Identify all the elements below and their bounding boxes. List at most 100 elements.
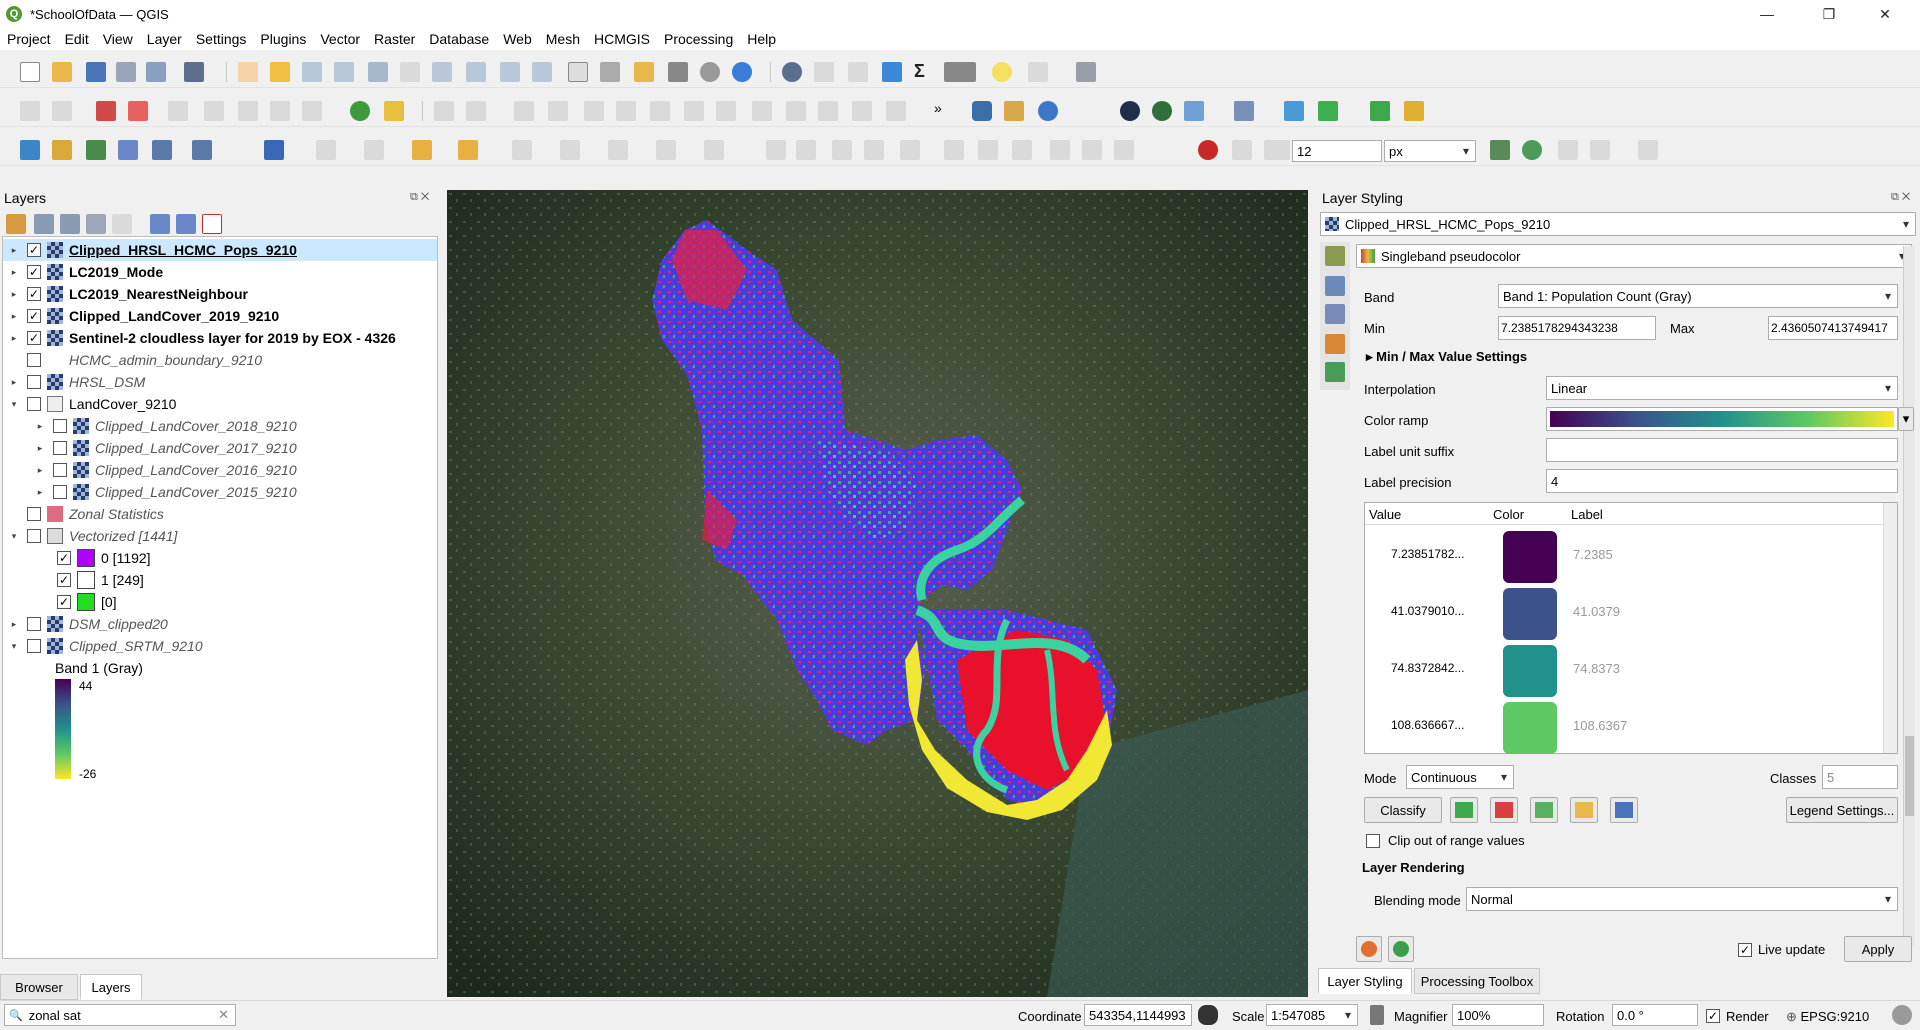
color-table-row[interactable]: 7.23851782... 7.2385 [1365, 527, 1881, 583]
expand-arrow-icon[interactable]: ▸ [35, 443, 45, 454]
scale-select[interactable]: 1:547085 [1266, 1004, 1358, 1026]
show-hide-label-icon[interactable] [204, 101, 224, 121]
edit-3-icon[interactable] [608, 140, 628, 160]
classes-spinbox[interactable]: 5 [1822, 765, 1898, 789]
class-visibility-checkbox[interactable]: ✓ [57, 595, 71, 609]
edit-4-icon[interactable] [656, 140, 676, 160]
edit-12-icon[interactable] [978, 140, 998, 160]
entry-color-swatch[interactable] [1503, 531, 1557, 583]
toggle-extents-icon[interactable] [1198, 1005, 1218, 1025]
entry-color-swatch[interactable] [1503, 702, 1557, 754]
layer-tree-item[interactable]: ▸ Clipped_LandCover_2015_9210 [3, 481, 437, 503]
live-update-checkbox[interactable]: ✓ [1738, 943, 1752, 957]
menu-layer[interactable]: Layer [140, 31, 189, 47]
map-tips-icon[interactable] [992, 62, 1012, 82]
intersection-icon[interactable] [1558, 140, 1578, 160]
entry-color-swatch[interactable] [1503, 588, 1557, 640]
expand-arrow-icon[interactable]: ▸ [9, 619, 19, 630]
menu-database[interactable]: Database [422, 31, 496, 47]
layer-visibility-checkbox[interactable] [27, 353, 41, 367]
locator-search[interactable]: 🔍 zonal sat ✕ [4, 1004, 236, 1026]
tab-layers[interactable]: Layers [80, 974, 142, 1000]
transparency-tab-icon[interactable] [1325, 276, 1345, 296]
layer-tree-item[interactable]: ▸ ✓ Clipped_HRSL_HCMC_Pops_9210 [3, 239, 437, 261]
color-table-row[interactable]: 108.636667... 108.6367 [1365, 698, 1881, 754]
menu-mesh[interactable]: Mesh [539, 31, 587, 47]
expand-arrow-icon[interactable]: ▸ [9, 311, 19, 322]
class-visibility-checkbox[interactable]: ✓ [57, 551, 71, 565]
save-project-icon[interactable] [86, 62, 106, 82]
collapse-all-icon[interactable] [176, 214, 196, 234]
snapping-mode-icon[interactable] [1232, 140, 1252, 160]
bookmark-icon[interactable] [634, 62, 654, 82]
chart-plugin-icon[interactable] [1234, 101, 1254, 121]
raster-calc-icon[interactable] [1184, 101, 1204, 121]
processing-toolbox-icon[interactable] [882, 62, 902, 82]
new-memory-layer-icon[interactable] [152, 140, 172, 160]
layer-tree-item[interactable]: ▾ Vectorized [1441] [3, 525, 437, 547]
layer-tree-item[interactable]: ▸ ✓ Clipped_LandCover_2019_9210 [3, 305, 437, 327]
expand-arrow-icon[interactable]: ▸ [9, 289, 19, 300]
reverse-ramp-button[interactable] [1530, 797, 1558, 823]
layer-visibility-checkbox[interactable] [27, 507, 41, 521]
panel-float-icon[interactable]: ⧉ ✕ [410, 191, 429, 204]
menu-project[interactable]: Project [0, 31, 58, 47]
digitize-2-icon[interactable] [466, 101, 486, 121]
expand-arrow-icon[interactable]: ▸ [35, 487, 45, 498]
menu-hcmgis[interactable]: HCMGIS [587, 31, 657, 47]
digitize-14-icon[interactable] [886, 101, 906, 121]
minimize-button[interactable]: — [1744, 0, 1790, 28]
table-scrollbar[interactable] [1883, 503, 1897, 753]
select-features-icon[interactable] [316, 140, 336, 160]
edit-11-icon[interactable] [944, 140, 964, 160]
layer-tree-item[interactable]: Zonal Statistics [3, 503, 437, 525]
tools-plugin-icon[interactable] [1404, 101, 1424, 121]
history-tab-icon[interactable] [1325, 362, 1345, 382]
label-precision-spinbox[interactable]: 4 [1546, 469, 1898, 493]
edit-5-icon[interactable] [704, 140, 724, 160]
crs-button[interactable]: ⊕ EPSG:9210 [1786, 1009, 1869, 1025]
digitize-1-icon[interactable] [434, 101, 454, 121]
digitize-12-icon[interactable] [818, 101, 838, 121]
menu-raster[interactable]: Raster [367, 31, 422, 47]
layer-tree-item[interactable]: ▸ Clipped_LandCover_2017_9210 [3, 437, 437, 459]
georeferencer-icon[interactable] [350, 101, 370, 121]
class-visibility-checkbox[interactable]: ✓ [57, 573, 71, 587]
topology-icon[interactable] [1522, 140, 1542, 160]
layer-labeling-icon[interactable] [20, 101, 40, 121]
layer-visibility-checkbox[interactable] [53, 419, 67, 433]
new-map-view-icon[interactable] [568, 62, 588, 82]
zoom-full-icon[interactable] [368, 62, 388, 82]
zoom-next-icon[interactable] [532, 62, 552, 82]
add-value-button[interactable] [1450, 797, 1478, 823]
zoom-layer-icon[interactable] [432, 62, 452, 82]
color-ramp-select[interactable] [1546, 407, 1898, 431]
edit-9-icon[interactable] [864, 140, 884, 160]
clip-range-checkbox[interactable] [1366, 834, 1380, 848]
digitize-7-icon[interactable] [650, 101, 670, 121]
refresh-icon[interactable] [732, 62, 752, 82]
redo-plugin-icon[interactable] [1038, 101, 1058, 121]
undo-edit-icon[interactable] [1082, 140, 1102, 160]
new-spatialite-icon[interactable] [118, 140, 138, 160]
menu-plugins[interactable]: Plugins [253, 31, 313, 47]
show-bookmarks-icon[interactable] [668, 62, 688, 82]
globe-icon[interactable] [1120, 101, 1140, 121]
menu-web[interactable]: Web [496, 31, 539, 47]
layer-tree-item[interactable]: ▸ DSM_clipped20 [3, 613, 437, 635]
filter-expression-icon[interactable] [112, 214, 132, 234]
expand-arrow-icon[interactable]: ▸ [9, 245, 19, 256]
new-3d-view-icon[interactable] [600, 62, 620, 82]
digitize-5-icon[interactable] [584, 101, 604, 121]
digitize-9-icon[interactable] [716, 101, 736, 121]
highlight-label-icon[interactable] [96, 101, 116, 121]
expand-arrow-icon[interactable]: ▸ [35, 465, 45, 476]
render-checkbox[interactable]: ✓ [1706, 1009, 1720, 1023]
layer-tree-item[interactable]: ▸ Clipped_LandCover_2016_9210 [3, 459, 437, 481]
edit-6-icon[interactable] [766, 140, 786, 160]
menu-processing[interactable]: Processing [657, 31, 740, 47]
classify-button[interactable]: Classify [1364, 797, 1442, 823]
more-tools-icon[interactable]: » [934, 100, 954, 120]
collapse-arrow-icon[interactable]: ▾ [9, 641, 19, 652]
magnifier-spinbox[interactable]: 100% [1452, 1004, 1544, 1026]
